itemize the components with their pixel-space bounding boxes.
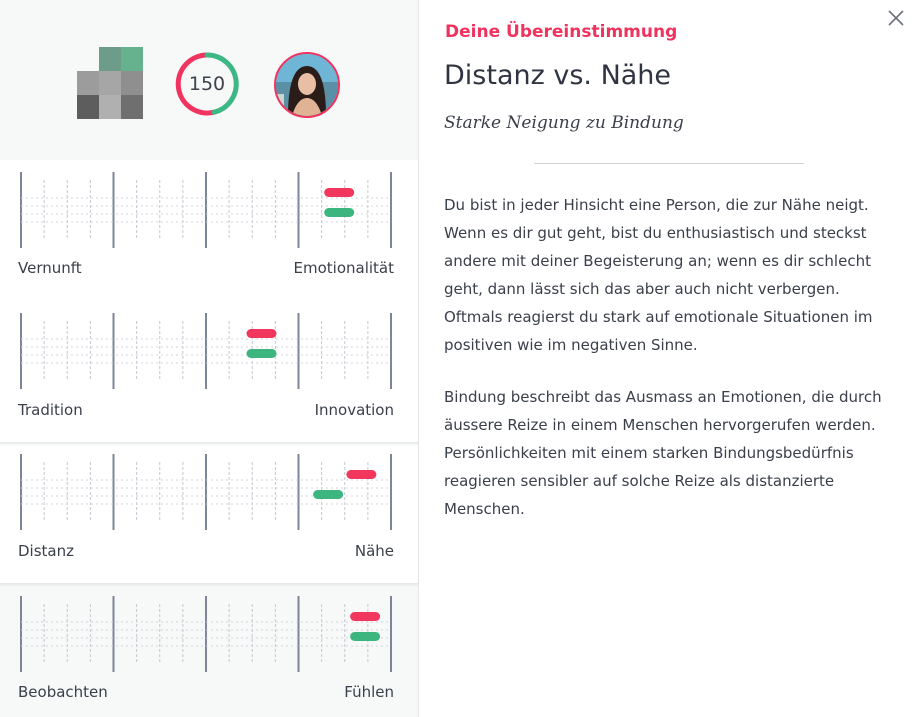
page-subtitle: Starke Neigung zu Bindung [444,113,684,133]
match-marker [246,329,277,338]
scale-track-1 [18,172,396,250]
match-marker [346,470,377,479]
dimension-left-label: Beobachten [18,683,108,701]
match-profile-photo[interactable] [274,52,340,118]
dimension-right-label: Nähe [354,542,394,560]
my-marker [246,349,277,358]
page-title: Distanz vs. Nähe [444,60,672,91]
score-ring: 150 [174,51,240,117]
dimension-right-label: Fühlen [344,683,394,701]
description-paragraph: Bindung beschreibt das Ausmass an Emotio… [444,388,882,518]
dimension-right-label: Emotionalität [293,259,394,277]
close-icon[interactable] [886,8,906,28]
scale-track-3 [18,454,396,532]
match-kicker: Deine Übereinstimmung [445,22,678,42]
scale-track-2 [18,313,396,391]
dimension-left-label: Distanz [18,542,74,560]
dimension-row-2: Tradition Innovation [0,301,418,442]
my-marker [313,490,344,499]
avatar-row: 150 [0,0,418,160]
my-marker [350,632,381,641]
my-avatar-blurred [77,47,143,119]
match-marker [324,188,355,197]
dimension-left-label: Vernunft [18,259,82,277]
divider [534,163,804,164]
my-marker [324,208,355,217]
dimension-left-label: Tradition [18,401,83,419]
dimension-row-3: Distanz Nähe [0,442,418,583]
dimension-row-1: Vernunft Emotionalität [0,160,418,301]
comparison-panel: 150 Vernunft Emotionalität Tradition Inn… [0,0,419,717]
score-value: 150 [188,73,226,95]
match-marker [350,612,381,621]
dimension-right-label: Innovation [314,401,394,419]
description-paragraph: Du bist in jeder Hinsicht eine Person, d… [444,196,873,354]
scale-track-4 [18,596,396,674]
dimension-row-4: Beobachten Fühlen [0,583,418,717]
